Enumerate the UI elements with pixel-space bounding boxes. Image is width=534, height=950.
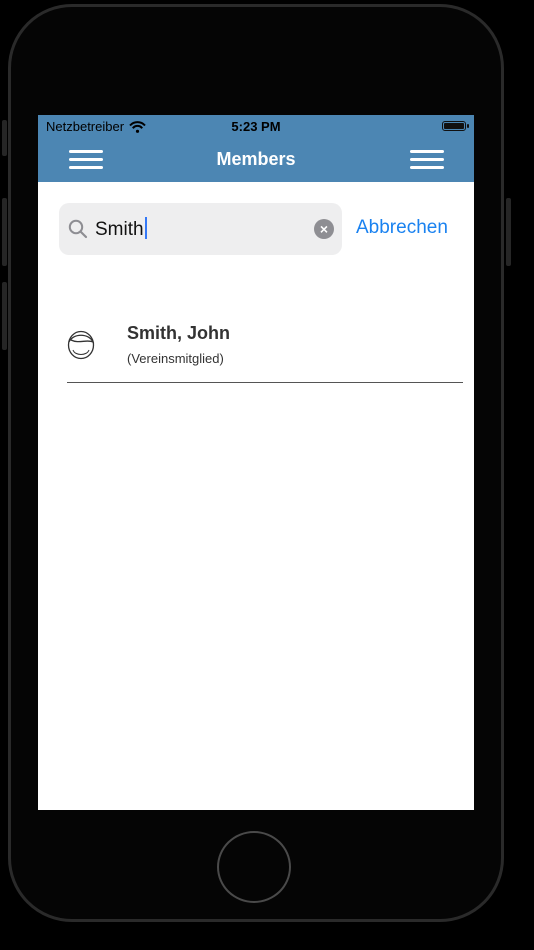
battery-fill <box>444 123 464 129</box>
search-icon <box>68 219 88 239</box>
text-caret <box>144 217 147 239</box>
member-role: (Vereinsmitglied) <box>127 351 224 366</box>
battery-icon <box>442 121 469 131</box>
cancel-button[interactable]: Abbrechen <box>356 217 448 239</box>
member-name: Smith, John <box>127 323 230 343</box>
search-row: Smith × Abbrechen <box>59 203 458 255</box>
power-button <box>506 198 511 266</box>
search-input[interactable]: Smith × <box>59 203 342 255</box>
app-screen: Netzbetreiber 5:23 PM Members Smith × Ab… <box>38 115 474 810</box>
avatar-icon <box>67 330 95 360</box>
member-list-item[interactable]: Smith, John (Vereinsmitglied) <box>67 315 463 383</box>
status-bar: Netzbetreiber 5:23 PM <box>38 115 474 137</box>
nav-bar: Members <box>38 137 474 182</box>
right-menu-icon[interactable] <box>410 150 444 170</box>
search-value: Smith <box>95 219 144 240</box>
status-time: 5:23 PM <box>231 119 281 134</box>
mute-switch <box>2 120 7 156</box>
search-value-wrap: Smith <box>95 217 147 241</box>
clear-icon[interactable]: × <box>314 219 334 239</box>
volume-down-button <box>2 282 7 350</box>
volume-up-button <box>2 198 7 266</box>
page-title: Members <box>216 149 296 169</box>
home-button[interactable] <box>217 831 291 903</box>
